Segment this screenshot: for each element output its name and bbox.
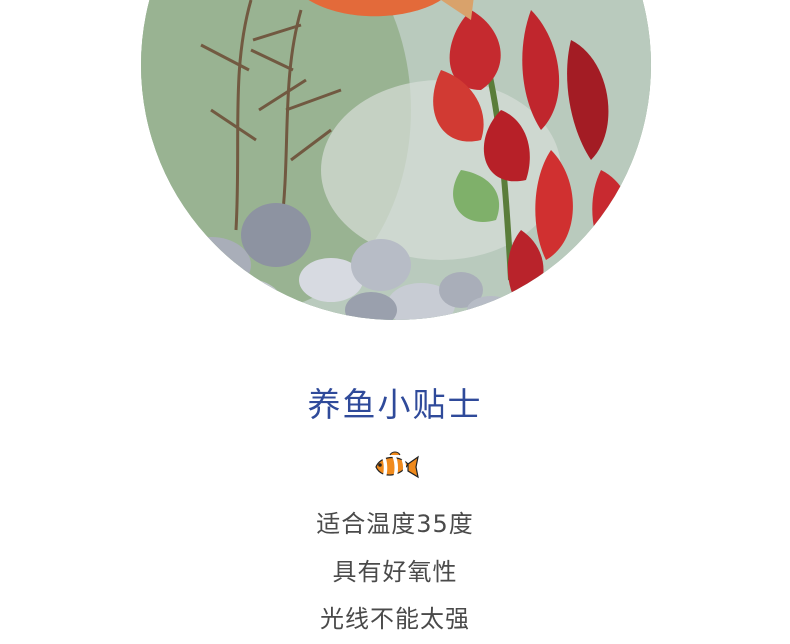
tip-aerobic: 具有好氧性 bbox=[332, 558, 458, 586]
page-title: 养鱼小贴士 bbox=[307, 385, 483, 424]
tip-temperature: 适合温度35度 bbox=[316, 510, 474, 538]
clownfish-icon bbox=[375, 451, 419, 480]
tip-light: 光线不能太强 bbox=[320, 605, 470, 633]
aquarium-photo bbox=[141, 0, 651, 320]
